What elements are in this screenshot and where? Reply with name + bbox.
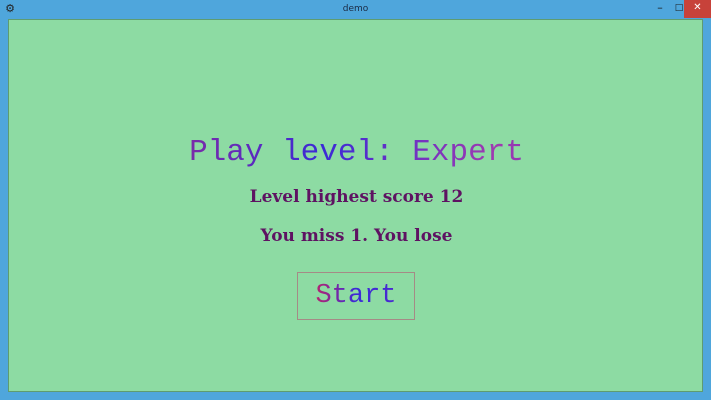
level-title: Play level: Expert — [9, 135, 704, 170]
start-button[interactable]: Start — [297, 272, 415, 320]
result-text: You miss 1. You lose — [260, 226, 453, 246]
start-button-label: Start — [315, 281, 397, 311]
app-window: ⚙ demo – □ ✕ Play level: Expert Level hi… — [0, 0, 711, 400]
title-bar[interactable]: ⚙ demo – □ ✕ — [0, 0, 711, 18]
window-title: demo — [342, 4, 369, 14]
close-button[interactable]: ✕ — [684, 0, 711, 18]
game-screen: Play level: Expert Level highest score 1… — [8, 19, 703, 392]
minimize-button[interactable]: – — [650, 0, 670, 18]
highest-score-text: Level highest score 12 — [249, 187, 464, 207]
